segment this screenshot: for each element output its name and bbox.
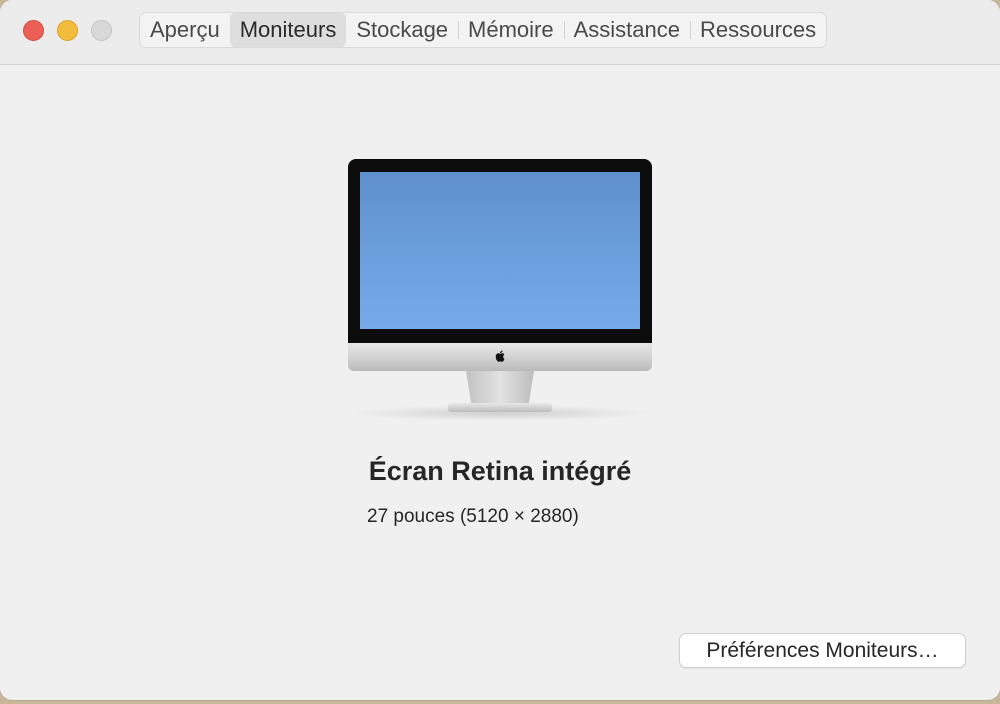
display-preferences-button[interactable]: Préférences Moniteurs… bbox=[679, 633, 966, 668]
tab-moniteurs[interactable]: Moniteurs bbox=[229, 13, 347, 47]
imac-stand-foot bbox=[448, 403, 552, 412]
tab-apercu[interactable]: Aperçu bbox=[140, 13, 230, 47]
imac-illustration bbox=[348, 159, 652, 421]
imac-stand-neck bbox=[466, 371, 534, 405]
zoom-window-button[interactable] bbox=[91, 20, 112, 41]
minimize-window-button[interactable] bbox=[57, 20, 78, 41]
imac-screen bbox=[360, 172, 640, 329]
close-window-button[interactable] bbox=[23, 20, 44, 41]
display-name: Écran Retina intégré bbox=[368, 456, 632, 486]
tab-stockage[interactable]: Stockage bbox=[346, 13, 458, 47]
tab-ressources[interactable]: Ressources bbox=[690, 13, 826, 47]
tab-bar: Aperçu Moniteurs Stockage Mémoire Assist… bbox=[139, 12, 828, 48]
tab-memoire[interactable]: Mémoire bbox=[458, 13, 564, 47]
title-bar: Aperçu Moniteurs Stockage Mémoire Assist… bbox=[0, 0, 1000, 65]
display-details: 27 pouces (5120 × 2880) bbox=[367, 506, 579, 527]
apple-logo-icon bbox=[495, 350, 505, 362]
tab-assistance[interactable]: Assistance bbox=[563, 13, 690, 47]
about-this-mac-window: Aperçu Moniteurs Stockage Mémoire Assist… bbox=[0, 0, 1000, 700]
imac-bezel bbox=[348, 159, 652, 343]
